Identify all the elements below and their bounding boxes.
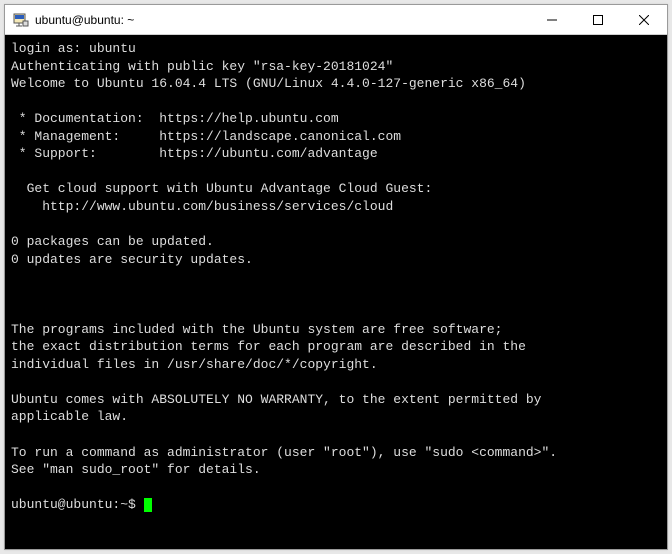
putty-icon: [13, 12, 29, 28]
terminal-area[interactable]: login as: ubuntu Authenticating with pub…: [5, 35, 667, 549]
close-button[interactable]: [621, 5, 667, 34]
minimize-button[interactable]: [529, 5, 575, 34]
window-title: ubuntu@ubuntu: ~: [35, 13, 134, 27]
titlebar[interactable]: ubuntu@ubuntu: ~: [5, 5, 667, 35]
maximize-button[interactable]: [575, 5, 621, 34]
terminal-window: ubuntu@ubuntu: ~ login as: ubuntu Authen…: [4, 4, 668, 550]
title-left: ubuntu@ubuntu: ~: [5, 12, 529, 28]
terminal-output: login as: ubuntu Authenticating with pub…: [11, 41, 557, 477]
window-controls: [529, 5, 667, 34]
cursor: [144, 498, 152, 512]
terminal-prompt: ubuntu@ubuntu:~$: [11, 497, 144, 512]
